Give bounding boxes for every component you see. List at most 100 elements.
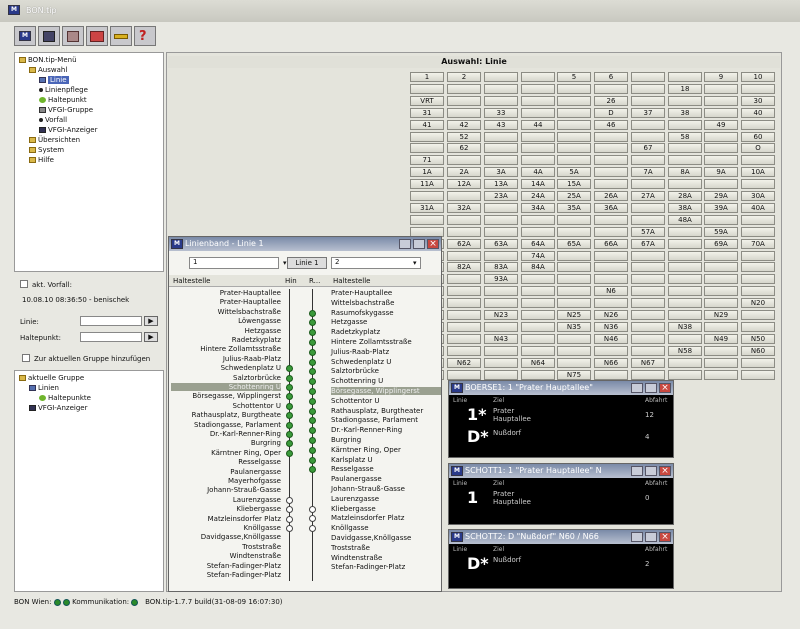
line-cell[interactable]: 65A: [557, 238, 591, 249]
line-cell[interactable]: [594, 274, 628, 285]
tree-item[interactable]: BON.tip-Menü: [19, 56, 77, 64]
line-cell[interactable]: [521, 369, 555, 380]
line-cell[interactable]: [631, 310, 665, 320]
line-cell[interactable]: [668, 298, 702, 309]
line-cell[interactable]: [594, 298, 628, 309]
stop-right[interactable]: Resselgasse: [331, 465, 441, 473]
maximize-button[interactable]: [413, 239, 425, 249]
line-cell[interactable]: [704, 95, 738, 106]
minimize-button[interactable]: [631, 466, 643, 476]
stop-marker-icon[interactable]: [309, 407, 316, 415]
line-cell[interactable]: [521, 345, 555, 356]
line-cell[interactable]: 31: [410, 107, 444, 118]
line-cell[interactable]: [704, 143, 738, 154]
line-cell[interactable]: [521, 226, 555, 237]
line-cell[interactable]: 43: [484, 119, 518, 130]
stop-right[interactable]: Hintere Zollamtsstraße: [331, 338, 441, 346]
line-cell[interactable]: [447, 95, 481, 106]
tree-item[interactable]: Vorfall: [39, 116, 67, 124]
stop-left[interactable]: Börsegasse, Wipplingerst: [171, 392, 281, 400]
line-cell[interactable]: 34A: [521, 202, 555, 213]
line-cell[interactable]: [594, 262, 628, 273]
stop-marker-icon[interactable]: [286, 496, 293, 504]
stop-marker-icon[interactable]: [309, 446, 316, 454]
tree-item[interactable]: Hilfe: [29, 156, 54, 164]
incident-checkbox[interactable]: [20, 280, 28, 288]
line-cell[interactable]: N60: [741, 345, 775, 356]
stop-marker-icon[interactable]: [309, 525, 316, 533]
stop-left[interactable]: Dr.-Karl-Renner-Ring: [171, 430, 281, 438]
line-cell[interactable]: 67A: [631, 238, 665, 249]
line-cell[interactable]: [704, 250, 738, 261]
minimize-button[interactable]: [631, 532, 643, 542]
maximize-button[interactable]: [645, 383, 657, 393]
line-cell[interactable]: [741, 274, 775, 285]
line-cell[interactable]: [521, 214, 555, 225]
line-cell[interactable]: [631, 333, 665, 344]
line-cell[interactable]: [704, 155, 738, 166]
line-cell[interactable]: 38: [668, 107, 702, 118]
tree-item[interactable]: System: [29, 146, 64, 154]
stop-left[interactable]: Stefan-Fadinger-Platz: [171, 562, 281, 570]
line-cell[interactable]: [704, 321, 738, 332]
line-cell[interactable]: [447, 345, 481, 356]
line-cell[interactable]: [521, 155, 555, 166]
line-cell[interactable]: [594, 226, 628, 237]
line-cell[interactable]: [484, 369, 518, 380]
line-cell[interactable]: [668, 119, 702, 130]
line-cell[interactable]: [631, 274, 665, 285]
line-cell[interactable]: [668, 250, 702, 261]
stop-right[interactable]: Salztorbrücke: [331, 367, 441, 375]
line-cell[interactable]: [594, 83, 628, 94]
line-cell[interactable]: N6: [594, 286, 628, 297]
line-cell[interactable]: 66A: [594, 238, 628, 249]
close-button[interactable]: ×: [427, 239, 439, 249]
line-cell[interactable]: [447, 83, 481, 94]
line-cell[interactable]: [594, 345, 628, 356]
stop-left[interactable]: Löwengasse: [171, 317, 281, 325]
line-cell[interactable]: [741, 214, 775, 225]
line-cell[interactable]: [521, 274, 555, 285]
group-checkbox[interactable]: [22, 354, 30, 362]
line-cell[interactable]: [704, 179, 738, 190]
line-cell[interactable]: N49: [704, 333, 738, 344]
line-cell[interactable]: [484, 202, 518, 213]
stop-marker-icon[interactable]: [309, 368, 316, 376]
line-cell[interactable]: [557, 262, 591, 273]
line-cell[interactable]: [594, 143, 628, 154]
stop-marker-icon[interactable]: [309, 329, 316, 337]
stop-right[interactable]: Johann-Strauß-Gasse: [331, 485, 441, 493]
line-cell[interactable]: [704, 357, 738, 368]
stop-right[interactable]: Rathausplatz, Burgtheater: [331, 407, 441, 415]
stop-left[interactable]: Laurenzgasse: [171, 496, 281, 504]
stop-right[interactable]: Matzleinsdorfer Platz: [331, 514, 441, 522]
stop-marker-icon[interactable]: [309, 309, 316, 317]
line-cell[interactable]: 41: [410, 119, 444, 130]
line-cell[interactable]: [668, 310, 702, 320]
line-cell[interactable]: 2A: [447, 167, 481, 178]
line-cell[interactable]: N36: [594, 321, 628, 332]
stop-right[interactable]: Karlsplatz U: [331, 456, 441, 464]
line-cell[interactable]: [521, 143, 555, 154]
stop-left[interactable]: Prater-Hauptallee: [171, 298, 281, 306]
money-icon[interactable]: [86, 26, 108, 46]
line-cell[interactable]: [668, 143, 702, 154]
line-cell[interactable]: 71: [410, 155, 444, 166]
line-cell[interactable]: 32A: [447, 202, 481, 213]
stop-right[interactable]: Stefan-Fadinger-Platz: [331, 563, 441, 571]
line-cell[interactable]: N26: [594, 310, 628, 320]
line-cell[interactable]: N64: [521, 357, 555, 368]
stop-left[interactable]: Schwedenplatz U: [171, 364, 281, 372]
line-cell[interactable]: [631, 262, 665, 273]
line-cell[interactable]: [410, 191, 444, 201]
line-cell[interactable]: [741, 250, 775, 261]
line-cell[interactable]: 52: [447, 131, 481, 142]
maximize-button[interactable]: [645, 532, 657, 542]
line-cell[interactable]: 30A: [741, 191, 775, 201]
line-cell[interactable]: 57A: [631, 226, 665, 237]
line-cell[interactable]: [668, 155, 702, 166]
line-cell[interactable]: [557, 250, 591, 261]
line-cell[interactable]: [484, 83, 518, 94]
tree-item[interactable]: Linien: [29, 384, 59, 392]
line-cell[interactable]: [410, 214, 444, 225]
